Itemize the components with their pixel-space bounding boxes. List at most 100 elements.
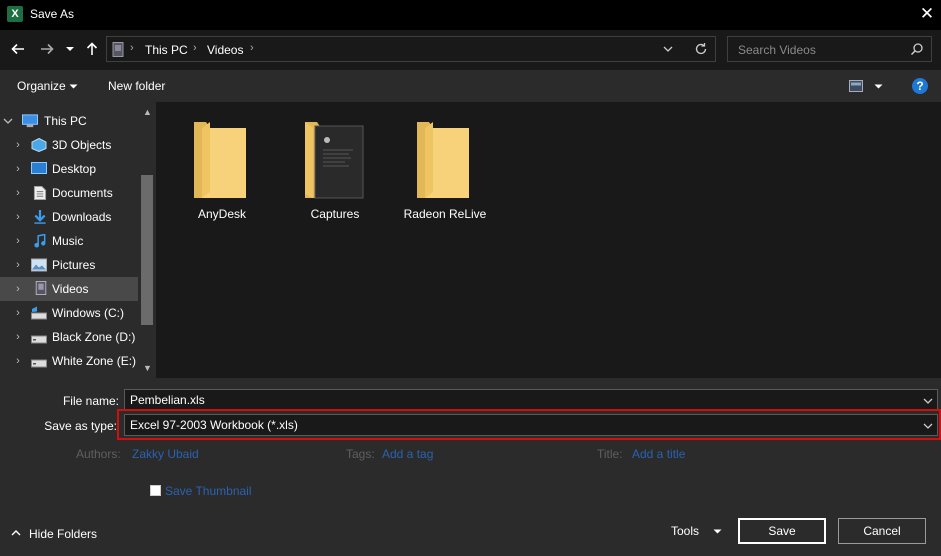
search-icon[interactable] <box>910 42 924 56</box>
sidebar-item-downloads[interactable]: › Downloads <box>0 205 138 229</box>
tools-button[interactable]: Tools <box>671 524 699 538</box>
authors-label: Authors: <box>76 447 121 461</box>
close-icon[interactable]: ✕ <box>916 4 938 24</box>
sidebar-item-documents[interactable]: › Documents <box>0 181 138 205</box>
recent-locations-button[interactable] <box>63 38 77 60</box>
save-thumbnail-checkbox[interactable] <box>150 485 161 496</box>
save-type-label: Save as type: <box>44 419 117 433</box>
chevron-right-icon[interactable]: › <box>12 277 24 301</box>
chevron-down-icon[interactable] <box>713 528 722 535</box>
highlight-box <box>117 409 941 440</box>
sidebar-item-label: This PC <box>44 114 87 128</box>
title-label: Title: <box>597 447 623 461</box>
chevron-down-icon[interactable] <box>923 397 933 405</box>
chevron-down-icon[interactable] <box>3 117 13 125</box>
chevron-right-icon[interactable]: › <box>12 325 24 349</box>
music-icon <box>34 234 46 248</box>
refresh-icon[interactable] <box>694 42 708 56</box>
sidebar-item-desktop[interactable]: › Desktop <box>0 157 138 181</box>
sidebar-item-videos[interactable]: › Videos <box>0 277 138 301</box>
folder-name: AnyDesk <box>197 207 247 221</box>
folder-name: Radeon ReLive <box>403 207 487 221</box>
organize-button[interactable]: Organize <box>17 79 66 93</box>
file-list <box>156 102 941 378</box>
chevron-right-icon[interactable]: › <box>12 157 24 181</box>
sidebar-item-music[interactable]: › Music <box>0 229 138 253</box>
sidebar-item-label: Documents <box>52 186 113 200</box>
chevron-right-icon[interactable]: › <box>12 205 24 229</box>
cube-icon <box>31 138 47 152</box>
back-button[interactable] <box>8 38 28 60</box>
search-placeholder: Search Videos <box>738 43 816 57</box>
sidebar-item-label: Music <box>52 234 84 248</box>
excel-app-icon: X <box>7 6 23 22</box>
sidebar-item-3d-objects[interactable]: › 3D Objects <box>0 133 138 157</box>
search-box[interactable]: Search Videos <box>727 36 932 62</box>
cancel-button[interactable]: Cancel <box>838 518 926 544</box>
tags-value[interactable]: Add a tag <box>382 447 433 461</box>
breadcrumb-separator: › <box>250 42 254 54</box>
folder-icon <box>194 122 246 198</box>
chevron-right-icon[interactable]: › <box>12 349 24 373</box>
video-folder-icon <box>112 42 124 57</box>
download-icon <box>34 210 46 224</box>
folder-name: Captures <box>310 207 360 221</box>
help-icon[interactable]: ? <box>912 78 928 94</box>
sidebar-item-white-zone-e[interactable]: › White Zone (E:) <box>0 349 138 373</box>
arrow-right-icon <box>41 43 54 55</box>
sidebar-item-label: White Zone (E:) <box>52 354 137 368</box>
sidebar-item-pictures[interactable]: › Pictures <box>0 253 138 277</box>
sidebar-item-windows-c[interactable]: › Windows (C:) <box>0 301 138 325</box>
file-name-label: File name: <box>62 394 119 408</box>
arrow-up-icon <box>86 42 98 55</box>
file-name-field[interactable]: Pembelian.xls <box>124 389 938 411</box>
folder-item[interactable]: Captures <box>290 118 380 228</box>
title-value[interactable]: Add a title <box>632 447 685 461</box>
save-thumbnail-label[interactable]: Save Thumbnail <box>165 484 252 498</box>
chevron-down-icon <box>66 47 74 51</box>
chevron-down-icon[interactable] <box>874 83 883 90</box>
hide-folders-button[interactable]: Hide Folders <box>29 527 97 541</box>
folder-item[interactable]: Radeon ReLive <box>400 118 490 228</box>
title-bar <box>0 0 941 30</box>
document-icon <box>33 186 47 200</box>
up-button[interactable] <box>82 38 102 60</box>
chevron-right-icon[interactable]: › <box>12 181 24 205</box>
chevron-right-icon[interactable]: › <box>12 253 24 277</box>
arrow-left-icon <box>11 43 24 55</box>
chevron-right-icon[interactable]: › <box>12 301 24 325</box>
breadcrumb-videos[interactable]: Videos <box>207 43 243 57</box>
drive-icon <box>31 335 47 344</box>
authors-value[interactable]: Zakky Ubaid <box>132 447 199 461</box>
sidebar-item-label: Black Zone (D:) <box>52 330 136 344</box>
chevron-right-icon[interactable]: › <box>12 133 24 157</box>
chevron-up-icon[interactable] <box>11 529 21 537</box>
folder-item[interactable]: AnyDesk <box>177 118 267 228</box>
drive-icon <box>31 359 47 368</box>
video-icon <box>35 281 47 295</box>
sidebar-item-this-pc[interactable]: This PC <box>0 109 138 133</box>
sidebar-item-label: Pictures <box>52 258 96 272</box>
file-name-value: Pembelian.xls <box>130 393 205 407</box>
window-title: Save As <box>30 7 75 21</box>
save-button[interactable]: Save <box>738 518 826 544</box>
tags-label: Tags: <box>346 447 375 461</box>
chevron-right-icon[interactable]: › <box>12 229 24 253</box>
scroll-thumb[interactable] <box>141 175 153 325</box>
breadcrumb-this-pc[interactable]: This PC <box>145 43 188 57</box>
sidebar-item-label: 3D Objects <box>52 138 112 152</box>
view-options-icon[interactable] <box>849 80 863 92</box>
sidebar-item-black-zone-d[interactable]: › Black Zone (D:) <box>0 325 138 349</box>
chevron-down-icon <box>69 84 78 89</box>
sidebar-item-label: Downloads <box>52 210 112 224</box>
address-bar[interactable]: › This PC › Videos › <box>106 36 716 62</box>
scroll-up-icon[interactable]: ▲ <box>139 104 156 120</box>
address-dropdown-icon[interactable] <box>663 45 673 53</box>
new-folder-button[interactable]: New folder <box>108 79 165 93</box>
scroll-down-icon[interactable]: ▼ <box>139 360 156 376</box>
forward-button[interactable] <box>37 38 57 60</box>
folder-icon <box>305 122 364 199</box>
breadcrumb-separator: › <box>193 42 197 54</box>
folder-icon <box>417 122 469 198</box>
picture-icon <box>31 258 47 272</box>
